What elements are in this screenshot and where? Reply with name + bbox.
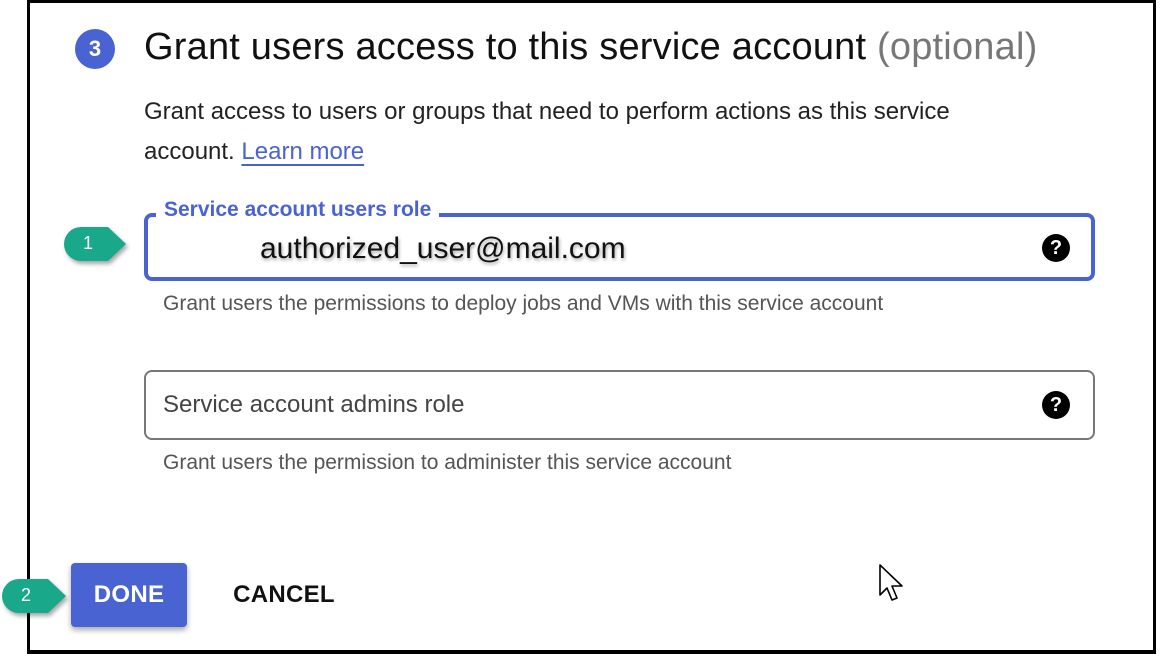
mouse-pointer-icon: [879, 564, 903, 601]
users-role-label: Service account users role: [156, 198, 440, 222]
callout-number-2: 2: [20, 585, 31, 605]
title-optional: (optional): [877, 26, 1038, 68]
step-description: Grant access to users or groups that nee…: [144, 92, 1044, 172]
users-role-value: authorized_user@mail.com: [260, 232, 626, 265]
step-number-badge: 3: [75, 29, 115, 69]
learn-more-link[interactable]: Learn more: [241, 138, 364, 165]
cancel-button[interactable]: CANCEL: [218, 563, 350, 627]
callout-number-1: 1: [82, 233, 93, 253]
admins-role-placeholder: Service account admins role: [163, 391, 465, 418]
admins-role-hint: Grant users the permission to administer…: [163, 451, 732, 474]
users-role-help-icon[interactable]: ?: [1042, 234, 1070, 262]
callout-marker-2: 2: [0, 577, 68, 615]
admins-role-help-icon[interactable]: ?: [1042, 391, 1070, 419]
page-title: Grant users access to this service accou…: [144, 26, 1037, 69]
done-button[interactable]: DONE: [71, 563, 187, 627]
users-role-hint: Grant users the permissions to deploy jo…: [163, 292, 884, 315]
callout-marker-1: 1: [62, 225, 128, 263]
title-main: Grant users access to this service accou…: [144, 26, 867, 68]
